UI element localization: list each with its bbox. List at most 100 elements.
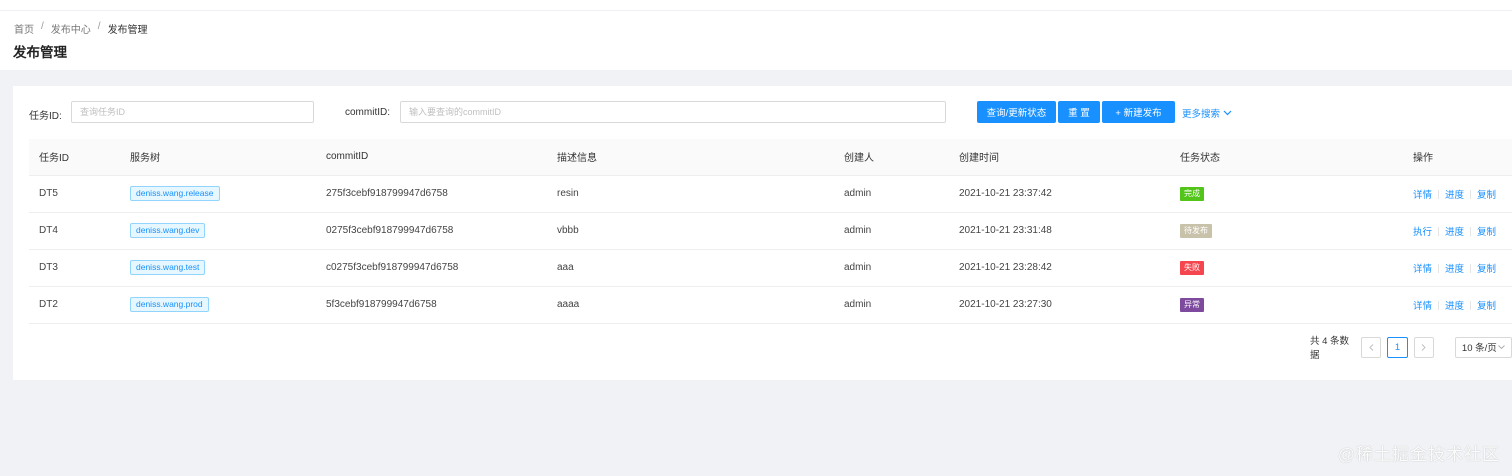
task-id-input[interactable]	[71, 101, 314, 123]
table-row: DT3 deniss.wang.test c0275f3cebf918799947d…	[29, 249, 1512, 287]
table-row: DT5 deniss.wang.release 275f3cebf918799947…	[29, 175, 1512, 213]
action-divider	[1438, 190, 1440, 200]
service-tree-cell: deniss.wang.prod	[120, 286, 316, 324]
status-badge: 异常	[1180, 297, 1204, 312]
task-id-cell: DT5	[29, 175, 120, 213]
breadcrumb-current: 发布管理	[107, 25, 148, 36]
reset-button[interactable]: 重 置	[1058, 101, 1100, 123]
copy-link[interactable]: 复制	[1477, 227, 1496, 238]
status-cell: 待发布	[1170, 212, 1403, 250]
action-divider	[1470, 301, 1472, 311]
status-cell: 失败	[1170, 249, 1403, 287]
created-time-cell: 2021-10-21 23:31:48	[949, 212, 1170, 250]
column-header: 任务ID	[29, 139, 120, 176]
service-tree-tag: deniss.wang.prod	[130, 297, 209, 312]
release-table: 任务ID 服务树 commitID 描述信息 创建人 创建时间 任务状态 操作 …	[29, 139, 1512, 324]
created-time-cell: 2021-10-21 23:27:30	[949, 286, 1170, 324]
actions-cell: 详情 进度 复制	[1403, 286, 1512, 324]
created-time-cell: 2021-10-21 23:37:42	[949, 175, 1170, 213]
commit-id-cell: c0275f3cebf918799947d6758	[316, 249, 547, 287]
watermark: @稀土掘金技术社区	[1337, 445, 1500, 464]
column-header: 描述信息	[547, 139, 834, 176]
breadcrumb-separator: /	[41, 21, 44, 32]
progress-link[interactable]: 进度	[1445, 190, 1464, 201]
action-link-primary[interactable]: 执行	[1413, 227, 1432, 238]
more-search-label: 更多搜索	[1182, 109, 1221, 120]
page-size-select[interactable]: 10 条/页	[1454, 336, 1512, 358]
creator-cell: admin	[834, 212, 949, 250]
commit-id-cell: 0275f3cebf918799947d6758	[316, 212, 547, 250]
creator-cell: admin	[834, 175, 949, 213]
page-number-current[interactable]: 1	[1387, 336, 1408, 358]
commit-id-input[interactable]	[400, 101, 946, 123]
column-header: 服务树	[120, 139, 316, 176]
new-release-button[interactable]: + 新建发布	[1102, 101, 1175, 123]
table-row: DT4 deniss.wang.dev 0275f3cebf918799947d67…	[29, 212, 1512, 250]
action-link-primary[interactable]: 详情	[1413, 264, 1432, 275]
status-cell: 异常	[1170, 286, 1403, 324]
status-badge: 失败	[1180, 260, 1204, 275]
page-size-value: 10 条/页	[1461, 343, 1497, 354]
page-header: 首页 / 发布中心 / 发布管理 发布管理	[0, 11, 1512, 70]
description-cell: resin	[547, 175, 834, 213]
column-header: 创建人	[834, 139, 949, 176]
breadcrumb: 首页 / 发布中心 / 发布管理	[14, 21, 148, 36]
description-cell: vbbb	[547, 212, 834, 250]
action-divider	[1438, 301, 1440, 311]
prev-page-button[interactable]	[1361, 336, 1382, 358]
column-header: 任务状态	[1170, 139, 1403, 176]
creator-cell: admin	[834, 286, 949, 324]
column-header: commitID	[316, 139, 547, 176]
next-page-button[interactable]	[1413, 336, 1434, 358]
action-divider	[1470, 227, 1472, 237]
service-tree-cell: deniss.wang.release	[120, 175, 316, 213]
copy-link[interactable]: 复制	[1477, 190, 1496, 201]
release-card: 任务ID: commitID: 查询/更新状态 重 置 + 新建发布 更多搜索 …	[13, 86, 1512, 380]
column-header: 操作	[1403, 139, 1512, 176]
action-link-primary[interactable]: 详情	[1413, 301, 1432, 312]
commit-id-cell: 275f3cebf918799947d6758	[316, 175, 547, 213]
chevron-right-icon	[1421, 343, 1426, 351]
breadcrumb-home[interactable]: 首页	[14, 21, 34, 36]
status-cell: 完成	[1170, 175, 1403, 213]
action-link-primary[interactable]: 详情	[1413, 190, 1432, 201]
service-tree-tag: deniss.wang.test	[130, 260, 206, 275]
action-divider	[1470, 190, 1472, 200]
task-id-label: 任务ID:	[29, 111, 62, 122]
task-id-cell: DT4	[29, 212, 120, 250]
chevron-left-icon	[1369, 343, 1374, 351]
service-tree-tag: deniss.wang.dev	[130, 223, 206, 238]
breadcrumb-release-center[interactable]: 发布中心	[51, 21, 91, 36]
copy-link[interactable]: 复制	[1477, 301, 1496, 312]
action-divider	[1438, 227, 1440, 237]
commit-id-cell: 5f3cebf918799947d6758	[316, 286, 547, 324]
query-button[interactable]: 查询/更新状态	[977, 101, 1056, 123]
copy-link[interactable]: 复制	[1477, 264, 1496, 275]
actions-cell: 详情 进度 复制	[1403, 249, 1512, 287]
description-cell: aaaa	[547, 286, 834, 324]
more-search-link[interactable]: 更多搜索	[1182, 106, 1232, 120]
progress-link[interactable]: 进度	[1445, 227, 1464, 238]
progress-link[interactable]: 进度	[1445, 264, 1464, 275]
table-header-row: 任务ID 服务树 commitID 描述信息 创建人 创建时间 任务状态 操作	[29, 139, 1512, 176]
service-tree-cell: deniss.wang.test	[120, 249, 316, 287]
action-divider	[1438, 264, 1440, 274]
progress-link[interactable]: 进度	[1445, 301, 1464, 312]
task-id-cell: DT2	[29, 286, 120, 324]
created-time-cell: 2021-10-21 23:28:42	[949, 249, 1170, 287]
action-divider	[1470, 264, 1472, 274]
commit-id-label: commitID:	[345, 107, 390, 118]
task-id-cell: DT3	[29, 249, 120, 287]
pagination: 共 4 条数据 1 10 条/页	[1310, 333, 1512, 361]
chevron-down-icon	[1497, 344, 1505, 349]
breadcrumb-separator: /	[97, 21, 101, 32]
actions-cell: 详情 进度 复制	[1403, 175, 1512, 213]
description-cell: aaa	[547, 249, 834, 287]
creator-cell: admin	[834, 249, 949, 287]
status-badge: 完成	[1180, 186, 1204, 201]
chevron-down-icon	[1223, 110, 1232, 116]
column-header: 创建时间	[949, 139, 1170, 176]
service-tree-cell: deniss.wang.dev	[120, 212, 316, 250]
top-bar	[0, 0, 1512, 11]
actions-cell: 执行 进度 复制	[1403, 212, 1512, 250]
